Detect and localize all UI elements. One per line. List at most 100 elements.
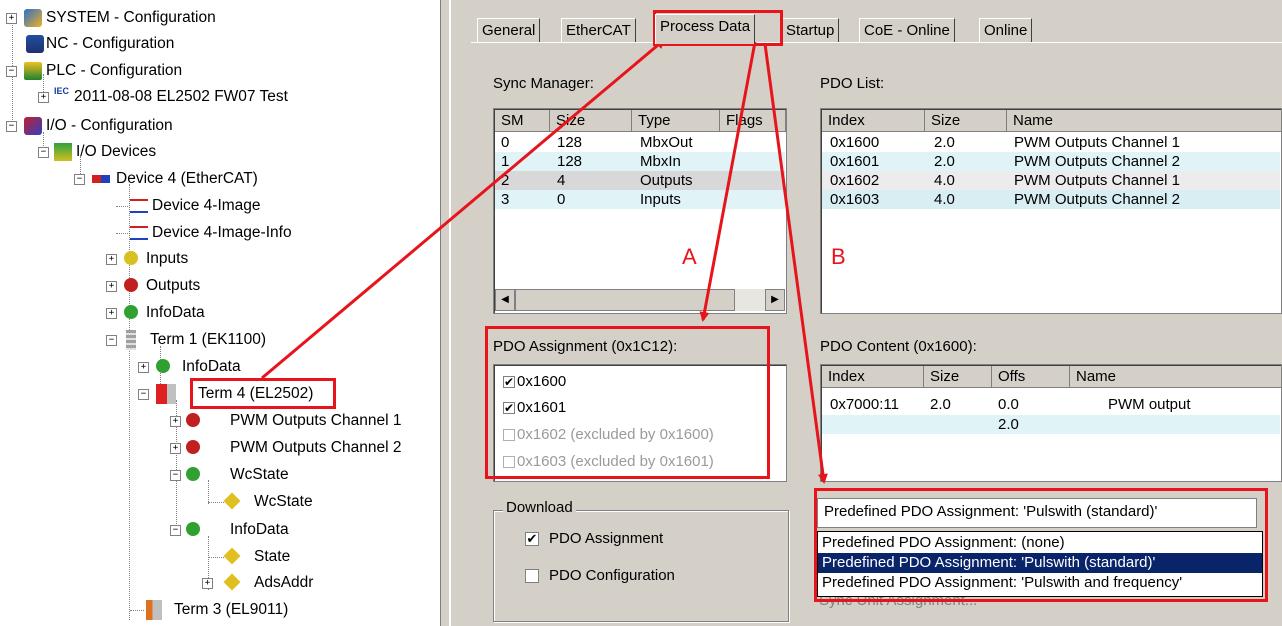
infodata-icon <box>124 305 138 319</box>
collapse-icon[interactable]: − <box>138 389 149 400</box>
tab-coe-online[interactable]: CoE - Online <box>859 18 955 42</box>
outputs-icon <box>186 440 200 454</box>
pdo-assignment-checkbox[interactable]: ✔ <box>525 532 539 546</box>
image-info-icon <box>130 226 148 240</box>
expand-icon[interactable]: + <box>170 443 181 454</box>
expand-icon[interactable]: + <box>202 578 213 589</box>
system-config-icon <box>24 9 42 27</box>
tab-online[interactable]: Online <box>979 18 1033 42</box>
list-item[interactable]: ✔ 0x1600 <box>495 369 785 395</box>
tree-label: NC - Configuration <box>46 35 175 52</box>
horizontal-scrollbar[interactable]: ◀ ▶ <box>495 289 785 311</box>
tree-label: PLC - Configuration <box>46 62 183 79</box>
column-header[interactable]: Size <box>550 110 632 132</box>
tree-label: Device 4-Image-Info <box>152 224 292 241</box>
collapse-icon[interactable]: − <box>38 147 49 158</box>
list-item: 0x1602 (excluded by 0x1600) <box>495 422 785 448</box>
tab-startup[interactable]: Startup <box>781 18 840 42</box>
pdo-configuration-checkbox[interactable] <box>525 569 539 583</box>
variable-icon <box>223 547 241 565</box>
tab-general[interactable]: General <box>477 18 541 42</box>
expand-icon[interactable]: + <box>138 362 149 373</box>
column-header[interactable]: Index <box>822 110 925 132</box>
tree-label: I/O Devices <box>76 143 157 160</box>
table-row[interactable]: 0x1601 2.0 PWM Outputs Channel 2 <box>822 152 1280 171</box>
dropdown-option[interactable]: Predefined PDO Assignment: 'Pulswith and… <box>818 573 1262 593</box>
tree-label: I/O - Configuration <box>46 117 173 134</box>
checkbox <box>503 429 515 441</box>
table-row[interactable]: 0 128 MbxOut <box>495 133 785 152</box>
pdo-configuration-label[interactable]: PDO Configuration <box>549 567 675 584</box>
column-header[interactable]: Index <box>822 366 924 388</box>
column-header[interactable]: Size <box>925 110 1007 132</box>
tree-label: InfoData <box>230 521 289 538</box>
table-row[interactable]: 3 0 Inputs <box>495 190 785 209</box>
pdo-list-table[interactable]: Index Size Name 0x1600 2.0 PWM Outputs C… <box>820 108 1282 314</box>
pdo-content-table[interactable]: Index Size Offs Name 0x7000:11 2.0 0.0 P… <box>820 364 1282 482</box>
collapse-icon[interactable]: − <box>6 66 17 77</box>
table-row[interactable]: 1 128 MbxIn <box>495 152 785 171</box>
tab-process-data[interactable]: Process Data <box>655 14 756 44</box>
tree-label: Device 4 (EtherCAT) <box>116 170 258 187</box>
table-row[interactable]: 0x1600 2.0 PWM Outputs Channel 1 <box>822 133 1280 152</box>
expand-icon[interactable]: + <box>6 13 17 24</box>
column-header[interactable]: Type <box>632 110 720 132</box>
dropdown-option[interactable]: Predefined PDO Assignment: (none) <box>818 533 1262 553</box>
table-row[interactable]: 2.0 <box>822 415 1280 434</box>
column-header[interactable]: Flags <box>720 110 786 132</box>
tree-label: InfoData <box>146 304 205 321</box>
predefined-pdo-dropdown[interactable]: Predefined PDO Assignment: (none) Predef… <box>817 531 1263 597</box>
properties-panel: General EtherCAT Process Data Startup Co… <box>451 0 1282 626</box>
column-header[interactable]: Offs <box>992 366 1070 388</box>
collapse-icon[interactable]: − <box>170 525 181 536</box>
scroll-left-button[interactable]: ◀ <box>495 289 515 311</box>
list-item: 0x1603 (excluded by 0x1601) <box>495 449 785 475</box>
pdo-assignment-list[interactable]: ✔ 0x1600 ✔ 0x1601 0x1602 (excluded by 0x… <box>493 364 787 482</box>
predefined-pdo-select[interactable]: Predefined PDO Assignment: 'Pulswith (st… <box>817 498 1257 528</box>
variable-icon <box>223 492 241 510</box>
configuration-tree[interactable]: + SYSTEM - Configuration NC - Configurat… <box>0 0 440 626</box>
column-header[interactable]: Name <box>1007 110 1281 132</box>
splitter[interactable] <box>440 0 450 626</box>
expand-icon[interactable]: + <box>170 416 181 427</box>
expand-icon[interactable]: + <box>106 254 117 265</box>
column-header[interactable]: SM <box>495 110 550 132</box>
terminal-icon <box>126 330 136 350</box>
pdo-assignment-label[interactable]: PDO Assignment <box>549 530 663 547</box>
scroll-right-button[interactable]: ▶ <box>765 289 785 311</box>
scroll-thumb[interactable] <box>515 289 735 311</box>
tree-label: SYSTEM - Configuration <box>46 9 216 26</box>
outputs-icon <box>186 413 200 427</box>
sync-manager-table[interactable]: SM Size Type Flags 0 128 MbxOut 1 128 Mb… <box>493 108 787 314</box>
pdo-assignment-title: PDO Assignment (0x1C12): <box>493 338 678 355</box>
dropdown-option[interactable]: Predefined PDO Assignment: 'Pulswith (st… <box>818 553 1262 573</box>
expand-icon[interactable]: + <box>106 308 117 319</box>
wcstate-icon <box>186 467 200 481</box>
infodata-icon <box>156 359 170 373</box>
tree-label: Term 3 (EL9011) <box>174 601 289 618</box>
io-config-icon <box>24 117 42 135</box>
download-title: Download <box>503 499 576 516</box>
table-row[interactable]: 0x7000:11 2.0 0.0 PWM output <box>822 395 1280 414</box>
column-header[interactable]: Size <box>924 366 992 388</box>
sync-manager-title: Sync Manager: <box>493 75 594 92</box>
tree-label: 2011-08-08 EL2502 FW07 Test <box>74 88 288 105</box>
table-row[interactable]: 2 4 Outputs <box>495 171 785 190</box>
io-devices-icon <box>54 143 72 161</box>
iec-icon: IEC <box>54 86 70 96</box>
collapse-icon[interactable]: − <box>106 335 117 346</box>
tree-label: Outputs <box>146 277 201 294</box>
checkbox[interactable]: ✔ <box>503 376 515 388</box>
tab-ethercat[interactable]: EtherCAT <box>561 18 636 42</box>
column-header[interactable]: Name <box>1070 366 1281 388</box>
tree-label: Device 4-Image <box>152 197 261 214</box>
list-item[interactable]: ✔ 0x1601 <box>495 395 785 421</box>
collapse-icon[interactable]: − <box>6 121 17 132</box>
collapse-icon[interactable]: − <box>170 470 181 481</box>
table-row[interactable]: 0x1603 4.0 PWM Outputs Channel 2 <box>822 190 1280 209</box>
checkbox[interactable]: ✔ <box>503 402 515 414</box>
collapse-icon[interactable]: − <box>74 174 85 185</box>
expand-icon[interactable]: + <box>38 92 49 103</box>
table-row[interactable]: 0x1602 4.0 PWM Outputs Channel 1 <box>822 171 1280 190</box>
expand-icon[interactable]: + <box>106 281 117 292</box>
